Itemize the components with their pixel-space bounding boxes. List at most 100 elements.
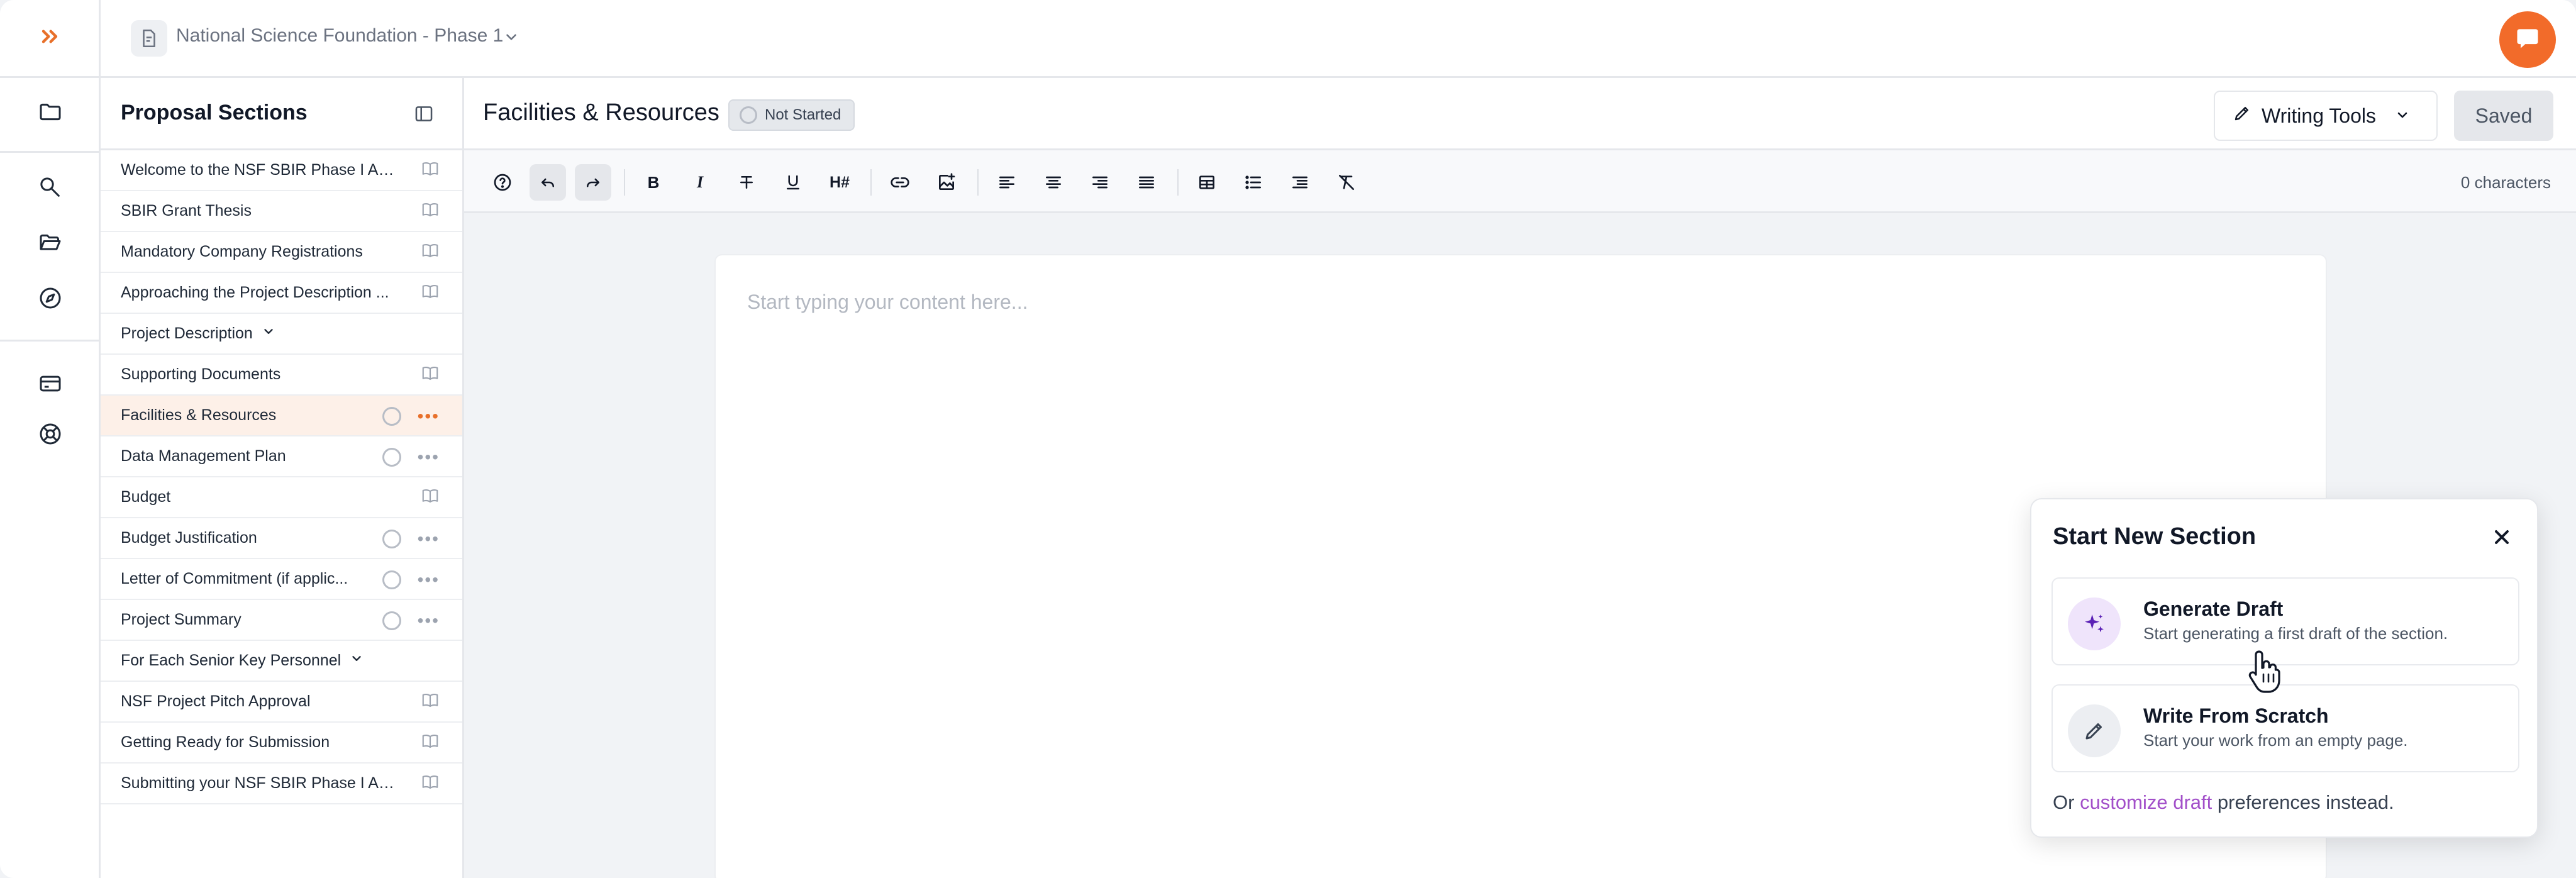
sparkle-icon xyxy=(2068,597,2121,650)
close-icon[interactable] xyxy=(2490,526,2513,548)
sidebar-item-label: Budget Justification xyxy=(121,529,257,547)
expand-icon[interactable] xyxy=(37,24,62,52)
sidebar-section-item[interactable]: Letter of Commitment (if applic... ••• xyxy=(101,559,462,600)
sidebar-section-item[interactable]: Project Summary ••• xyxy=(101,600,462,641)
bold-button[interactable]: B xyxy=(635,164,672,201)
sidebar-section-item[interactable]: Data Management Plan ••• xyxy=(101,436,462,477)
insert-image-icon[interactable] xyxy=(928,164,965,201)
sidebar-section-item[interactable]: Budget Justification ••• xyxy=(101,518,462,559)
bullet-list-icon[interactable] xyxy=(1235,164,1272,201)
align-left-icon[interactable] xyxy=(989,164,1025,201)
compass-icon[interactable] xyxy=(31,279,69,317)
align-center-icon[interactable] xyxy=(1035,164,1072,201)
more-options-icon[interactable]: ••• xyxy=(418,530,440,548)
sections-list: Welcome to the NSF SBIR Phase I Ap... SBI… xyxy=(101,150,462,804)
credit-card-icon[interactable] xyxy=(31,365,69,403)
content-placeholder: Start typing your content here... xyxy=(747,291,1028,313)
sidebar-item-label: Facilities & Resources xyxy=(121,406,277,424)
more-options-icon[interactable]: ••• xyxy=(418,448,440,466)
option-title: Generate Draft xyxy=(2143,597,2284,620)
sidebar-item-label: Submitting your NSF SBIR Phase I Ap... xyxy=(121,774,397,792)
table-icon[interactable] xyxy=(1189,164,1225,201)
sidebar-section-item[interactable]: NSF Project Pitch Approval xyxy=(101,682,462,723)
icon-rail xyxy=(0,0,101,878)
folder-icon[interactable] xyxy=(31,93,69,131)
align-right-icon[interactable] xyxy=(1082,164,1118,201)
align-justify-icon[interactable] xyxy=(1128,164,1165,201)
sidebar-item-label: Data Management Plan xyxy=(121,447,286,465)
sections-title: Proposal Sections xyxy=(121,101,308,125)
book-icon xyxy=(421,772,440,796)
chevron-down-icon[interactable] xyxy=(350,652,364,670)
status-circle-icon xyxy=(740,106,757,124)
status-label: Not Started xyxy=(765,106,841,123)
sidebar-item-label: Getting Ready for Submission xyxy=(121,733,330,751)
book-icon xyxy=(421,364,440,387)
help-buoy-icon[interactable] xyxy=(31,415,69,453)
sidebar-section-item[interactable]: Welcome to the NSF SBIR Phase I Ap... xyxy=(101,150,462,191)
indent-list-icon[interactable] xyxy=(1282,164,1318,201)
status-badge[interactable]: Not Started xyxy=(728,99,855,131)
sidebar-section-item[interactable]: Submitting your NSF SBIR Phase I Ap... xyxy=(101,764,462,804)
writing-tools-button[interactable]: Writing Tools xyxy=(2214,91,2438,141)
sections-sidebar: Proposal Sections Welcome to the NSF SBI… xyxy=(101,78,464,878)
sidebar-item-label: Welcome to the NSF SBIR Phase I Ap... xyxy=(121,161,397,179)
sidebar-section-item[interactable]: Supporting Documents xyxy=(101,355,462,396)
generate-draft-option[interactable]: Generate Draft Start generating a first … xyxy=(2051,577,2519,665)
strikethrough-icon[interactable] xyxy=(728,164,765,201)
chat-button[interactable] xyxy=(2499,11,2556,68)
status-circle-icon xyxy=(382,406,401,426)
status-circle-icon xyxy=(382,570,401,589)
chevron-down-icon[interactable] xyxy=(503,29,519,48)
section-item-controls: ••• xyxy=(382,518,440,559)
book-icon xyxy=(421,731,440,755)
sidebar-section-item[interactable]: Approaching the Project Description ... xyxy=(101,273,462,314)
sidebar-collapse-icon[interactable] xyxy=(413,103,435,128)
section-item-controls xyxy=(421,764,440,804)
status-circle-icon xyxy=(382,529,401,548)
clear-format-icon[interactable] xyxy=(1328,164,1365,201)
sidebar-section-item[interactable]: For Each Senior Key Personnel xyxy=(101,641,462,682)
customize-draft-link[interactable]: customize draft xyxy=(2080,791,2212,813)
pencil-icon xyxy=(2233,104,2251,128)
italic-button[interactable]: I xyxy=(682,164,718,201)
heading-button[interactable]: H# xyxy=(821,164,858,201)
sidebar-section-item[interactable]: Project Description xyxy=(101,314,462,355)
folder-open-icon[interactable] xyxy=(31,224,69,262)
sidebar-section-item[interactable]: Getting Ready for Submission xyxy=(101,723,462,764)
section-item-controls xyxy=(421,682,440,723)
more-options-icon[interactable]: ••• xyxy=(418,570,440,589)
chat-bubble-icon xyxy=(2514,25,2541,55)
chevron-down-icon[interactable] xyxy=(262,325,275,343)
sidebar-section-item[interactable]: Facilities & Resources ••• xyxy=(101,396,462,436)
sidebar-item-label: Project Summary xyxy=(121,611,242,628)
section-item-controls: ••• xyxy=(382,600,440,641)
sidebar-section-item[interactable]: SBIR Grant Thesis xyxy=(101,191,462,232)
undo-icon[interactable] xyxy=(530,164,566,201)
saved-button[interactable]: Saved xyxy=(2454,91,2553,141)
project-selector[interactable]: National Science Foundation - Phase 1 xyxy=(176,25,503,47)
underline-icon[interactable] xyxy=(775,164,811,201)
help-icon[interactable] xyxy=(484,164,521,201)
book-icon xyxy=(421,241,440,264)
sidebar-section-item[interactable]: Mandatory Company Registrations xyxy=(101,232,462,273)
status-circle-icon xyxy=(382,611,401,630)
search-icon[interactable] xyxy=(31,169,69,206)
sidebar-section-item[interactable]: Budget xyxy=(101,477,462,518)
book-icon xyxy=(421,200,440,223)
book-icon xyxy=(421,282,440,305)
sidebar-item-label: Approaching the Project Description ... xyxy=(121,284,389,301)
popup-title: Start New Section xyxy=(2053,523,2257,550)
write-from-scratch-option[interactable]: Write From Scratch Start your work from … xyxy=(2051,684,2519,772)
writing-tools-label: Writing Tools xyxy=(2262,104,2376,127)
more-options-icon[interactable]: ••• xyxy=(418,407,440,425)
sidebar-item-label: Mandatory Company Registrations xyxy=(121,243,363,260)
toolbar-divider xyxy=(1177,169,1179,196)
section-item-controls: ••• xyxy=(382,436,440,477)
redo-icon[interactable] xyxy=(575,164,611,201)
sidebar-item-label: For Each Senior Key Personnel xyxy=(121,652,341,669)
footer-suffix: preferences instead. xyxy=(2217,791,2394,813)
sidebar-item-label: Project Description xyxy=(121,325,253,342)
more-options-icon[interactable]: ••• xyxy=(418,611,440,630)
link-icon[interactable] xyxy=(882,164,918,201)
